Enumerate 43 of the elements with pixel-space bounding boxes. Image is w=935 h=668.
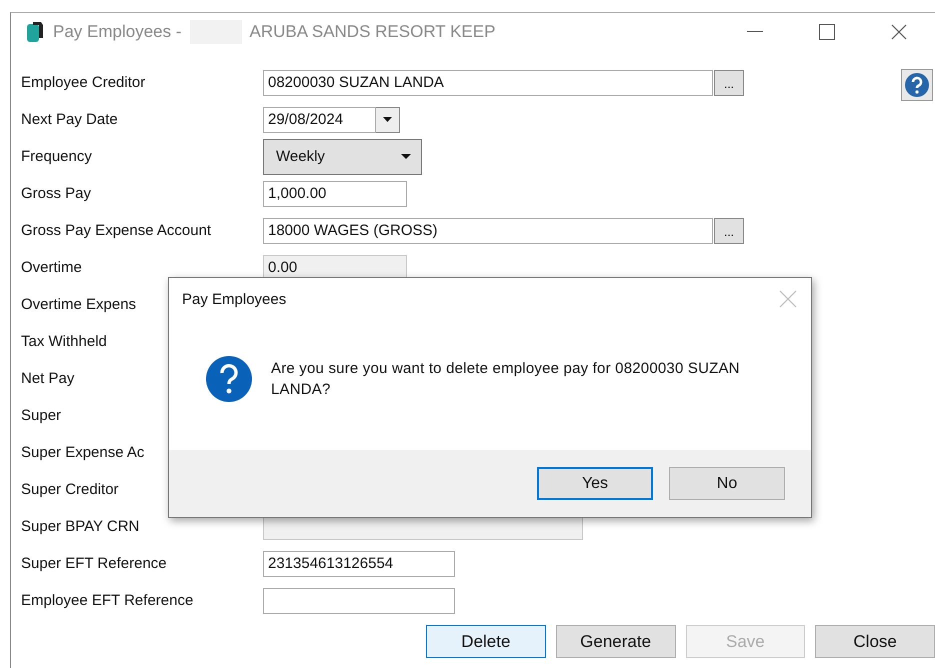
browse-button[interactable]: ... [714, 218, 744, 244]
field-label: Gross Pay [21, 185, 92, 202]
field-label: Overtime Expens [21, 296, 136, 313]
text-field[interactable] [263, 588, 455, 614]
minimize-icon [747, 31, 763, 33]
dialog-title: Pay Employees [182, 290, 286, 308]
text-field[interactable]: 1,000.00 [263, 180, 407, 206]
dialog-message: Are you sure you want to delete employee pay for 08200030 SUZAN LANDA? [271, 359, 741, 400]
field-label: Tax Withheld [21, 333, 107, 350]
close-icon [891, 24, 907, 40]
lookup-field[interactable]: 18000 WAGES (GROSS) [263, 218, 713, 244]
browse-button[interactable]: ... [714, 70, 744, 96]
lookup-field[interactable]: 08200030 SUZAN LANDA [263, 70, 713, 96]
maximize-icon [819, 24, 835, 40]
field-label: Employee Creditor [21, 74, 146, 91]
app-icon [25, 21, 45, 43]
action-button[interactable]: Generate [556, 625, 676, 658]
field-label: Super Expense Ac [21, 444, 144, 461]
field-label: Frequency [21, 148, 92, 165]
field-label: Super [21, 407, 62, 424]
field-label: Net Pay [21, 370, 74, 387]
date-field[interactable]: 29/08/2024 [263, 106, 376, 132]
field-label: Next Pay Date [21, 111, 118, 128]
dialog-button[interactable]: No [669, 467, 785, 500]
field-label: Super EFT Reference [21, 555, 167, 572]
dialog-button[interactable]: Yes [537, 467, 653, 500]
help-icon [904, 72, 930, 98]
question-icon [205, 355, 253, 403]
caret-icon [383, 117, 392, 122]
window-title: Pay Employees - [53, 22, 182, 42]
caret-icon [401, 154, 411, 159]
help-button[interactable] [901, 69, 933, 101]
frequency-select[interactable]: Weekly [263, 138, 422, 174]
dropdown-button[interactable] [376, 106, 400, 132]
action-button[interactable]: Close [815, 625, 935, 658]
action-button[interactable]: Delete [426, 625, 546, 658]
field-label: Gross Pay Expense Account [21, 222, 212, 239]
field-label: Employee EFT Reference [21, 592, 194, 609]
field-label: Overtime [21, 259, 82, 276]
text-field[interactable]: 231354613126554 [263, 550, 455, 576]
field-label: Super Creditor [21, 481, 119, 498]
window-subtitle: ARUBA SANDS RESORT KEEP [250, 22, 496, 42]
field-label: Super BPAY CRN [21, 518, 140, 535]
